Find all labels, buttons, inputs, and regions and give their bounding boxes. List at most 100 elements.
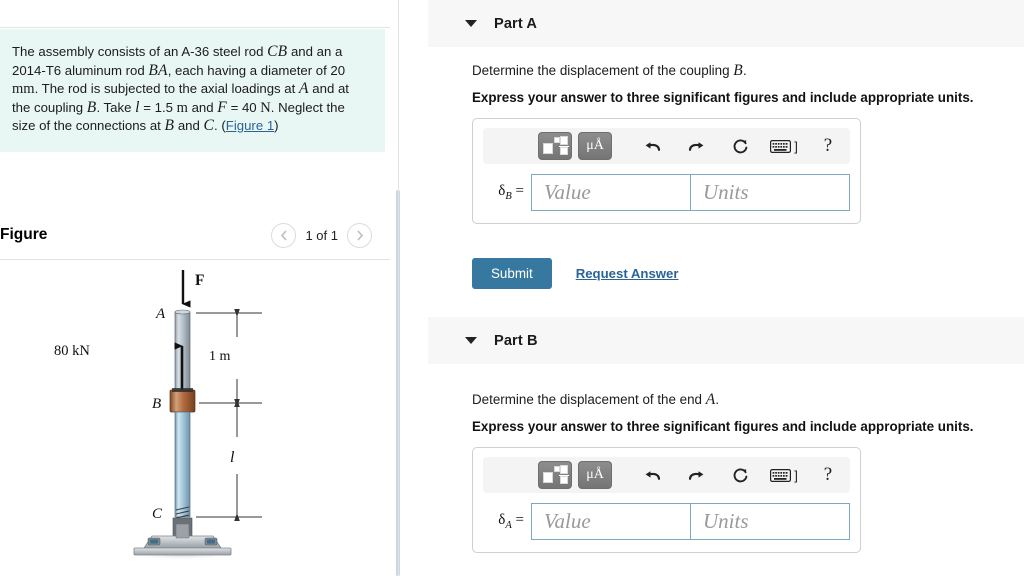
math-variable: C xyxy=(203,117,215,135)
part-a-actions: Submit Request Answer xyxy=(472,258,679,289)
part-b-toolbar: μÅ] ? xyxy=(483,457,850,493)
math-template-icon[interactable] xyxy=(538,461,572,489)
part-b-field-row: δA = Value Units xyxy=(483,503,850,540)
right-panel: Part A Determine the displacement of the… xyxy=(400,0,1024,576)
math-variable: A xyxy=(705,391,716,408)
part-b-answer-box: μÅ] ? δA = Value Units xyxy=(472,447,861,553)
micro-angstrom-icon[interactable]: μÅ xyxy=(578,461,612,489)
math-unit: mm xyxy=(12,81,35,98)
svg-text:B: B xyxy=(152,396,161,412)
math-unit: m xyxy=(176,99,188,116)
figure-counter: 1 of 1 xyxy=(305,228,338,243)
part-b-instruction: Express your answer to three significant… xyxy=(472,419,974,434)
redo-icon[interactable] xyxy=(681,132,711,160)
micro-angstrom-label: μÅ xyxy=(586,138,604,153)
page-root: The assembly consists of an A-36 steel r… xyxy=(0,0,1024,576)
math-unit: N xyxy=(260,99,271,116)
part-b-label: Part B xyxy=(494,332,538,349)
keyboard-bracket: ] xyxy=(794,138,798,154)
part-b-prompt: Determine the displacement of the end A. xyxy=(472,391,719,409)
part-a-units-input[interactable]: Units xyxy=(691,174,850,211)
chevron-left-icon xyxy=(280,230,287,241)
math-variable: F xyxy=(217,98,227,116)
figure-title: Figure xyxy=(0,226,48,243)
text-run: , each having a diameter of 20 xyxy=(167,62,346,78)
figure-prev-button[interactable] xyxy=(271,223,297,248)
text-run: and xyxy=(187,99,218,115)
text-run: = 40 xyxy=(226,99,261,115)
part-a-units-placeholder: Units xyxy=(703,180,749,204)
help-icon[interactable]: ? xyxy=(813,461,843,489)
text-run: ) xyxy=(274,118,279,134)
svg-text:80 kN: 80 kN xyxy=(54,343,90,359)
reset-icon[interactable] xyxy=(725,461,755,489)
reset-icon[interactable] xyxy=(725,132,755,160)
chevron-right-icon xyxy=(356,230,363,241)
math-variable: A xyxy=(298,80,309,98)
text-run: Determine the displacement of the coupli… xyxy=(472,63,734,78)
part-b-header[interactable]: Part B xyxy=(428,317,1024,364)
part-b-units-input[interactable]: Units xyxy=(691,503,850,540)
keyboard-icon[interactable]: ] xyxy=(769,461,799,489)
request-answer-link[interactable]: Request Answer xyxy=(576,266,679,281)
svg-text:l: l xyxy=(230,449,235,466)
figure-next-button[interactable] xyxy=(347,223,372,248)
svg-text:1 m: 1 m xyxy=(209,349,231,364)
text-run: The assembly consists of an A-36 steel r… xyxy=(12,44,268,59)
part-a-value-input[interactable]: Value xyxy=(531,174,691,211)
text-run: = 1.5 xyxy=(139,99,177,115)
svg-text:C: C xyxy=(152,506,163,522)
caret-down-icon[interactable] xyxy=(465,337,477,344)
undo-icon[interactable] xyxy=(637,132,667,160)
micro-angstrom-icon[interactable]: μÅ xyxy=(578,132,612,160)
keyboard-icon[interactable]: ] xyxy=(769,132,799,160)
help-label: ? xyxy=(823,464,833,485)
part-a-answer-box: μÅ] ? δB = Value Units xyxy=(472,118,861,224)
figure-nav: 1 of 1 xyxy=(271,223,372,248)
part-a-value-placeholder: Value xyxy=(544,180,591,204)
figure-image[interactable]: F 80 kN A B C 1 m l xyxy=(0,262,390,576)
part-b-units-placeholder: Units xyxy=(703,509,749,533)
part-b-symbol-label: δA = xyxy=(483,512,531,531)
equals-sign: = xyxy=(515,512,524,528)
figure-link[interactable]: Figure 1 xyxy=(226,118,274,133)
top-divider xyxy=(0,27,390,28)
part-b-value-input[interactable]: Value xyxy=(531,503,691,540)
assembly-diagram: F 80 kN A B C 1 m l xyxy=(54,270,262,561)
problem-statement: The assembly consists of an A-36 steel r… xyxy=(0,29,385,152)
part-a-header[interactable]: Part A xyxy=(428,0,1024,47)
text-run: . Take xyxy=(96,99,136,115)
text-run: . xyxy=(715,392,720,407)
equals-sign: = xyxy=(515,183,524,199)
figure-divider xyxy=(0,259,390,260)
svg-text:F: F xyxy=(195,272,204,289)
math-template-icon[interactable] xyxy=(538,132,572,160)
delta-subscript: B xyxy=(505,191,512,202)
redo-icon[interactable] xyxy=(681,461,711,489)
problem-text: The assembly consists of an A-36 steel r… xyxy=(12,43,367,136)
text-run: . ( xyxy=(214,118,226,134)
delta-subscript: A xyxy=(505,520,512,531)
part-b-value-placeholder: Value xyxy=(544,509,591,533)
caret-down-icon[interactable] xyxy=(465,20,477,27)
figure-header: Figure 1 of 1 xyxy=(0,222,390,258)
undo-icon[interactable] xyxy=(637,461,667,489)
text-run: Determine the displacement of the end xyxy=(472,392,706,407)
math-variable: B xyxy=(164,117,175,135)
left-panel: The assembly consists of an A-36 steel r… xyxy=(0,0,398,576)
svg-text:A: A xyxy=(155,306,166,322)
math-variable: B xyxy=(733,62,743,79)
micro-angstrom-label: μÅ xyxy=(586,467,604,482)
part-a-label: Part A xyxy=(494,15,538,32)
help-label: ? xyxy=(823,135,833,156)
part-a-instruction: Express your answer to three significant… xyxy=(472,90,974,105)
math-variable: CB xyxy=(267,43,288,60)
part-a-symbol-label: δB = xyxy=(483,183,531,202)
keyboard-bracket: ] xyxy=(794,467,798,483)
text-run: . The rod is subjected to the axial load… xyxy=(34,81,299,97)
panel-divider xyxy=(398,0,399,576)
math-variable: BA xyxy=(148,61,168,79)
help-icon[interactable]: ? xyxy=(813,132,843,160)
text-run: . xyxy=(742,63,747,78)
submit-button[interactable]: Submit xyxy=(472,258,552,289)
